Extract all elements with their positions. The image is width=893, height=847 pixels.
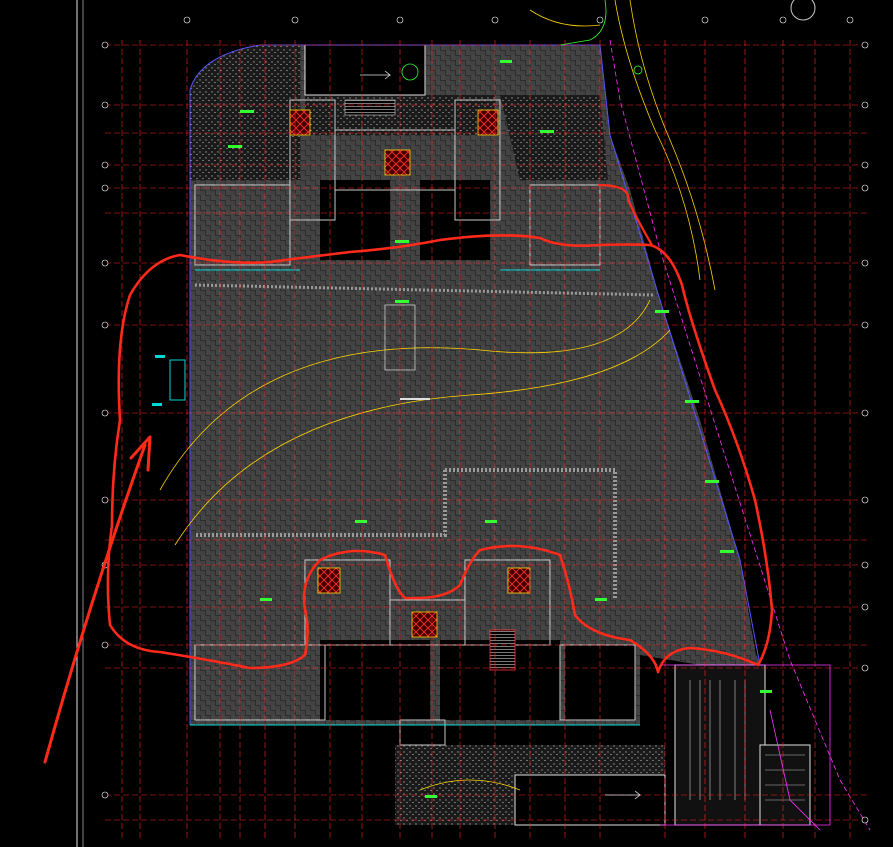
cad-drawing-canvas bbox=[0, 0, 893, 847]
site-plan-drawing bbox=[43, 0, 871, 847]
sheet-border bbox=[76, 0, 84, 847]
red-arrow bbox=[43, 435, 152, 764]
